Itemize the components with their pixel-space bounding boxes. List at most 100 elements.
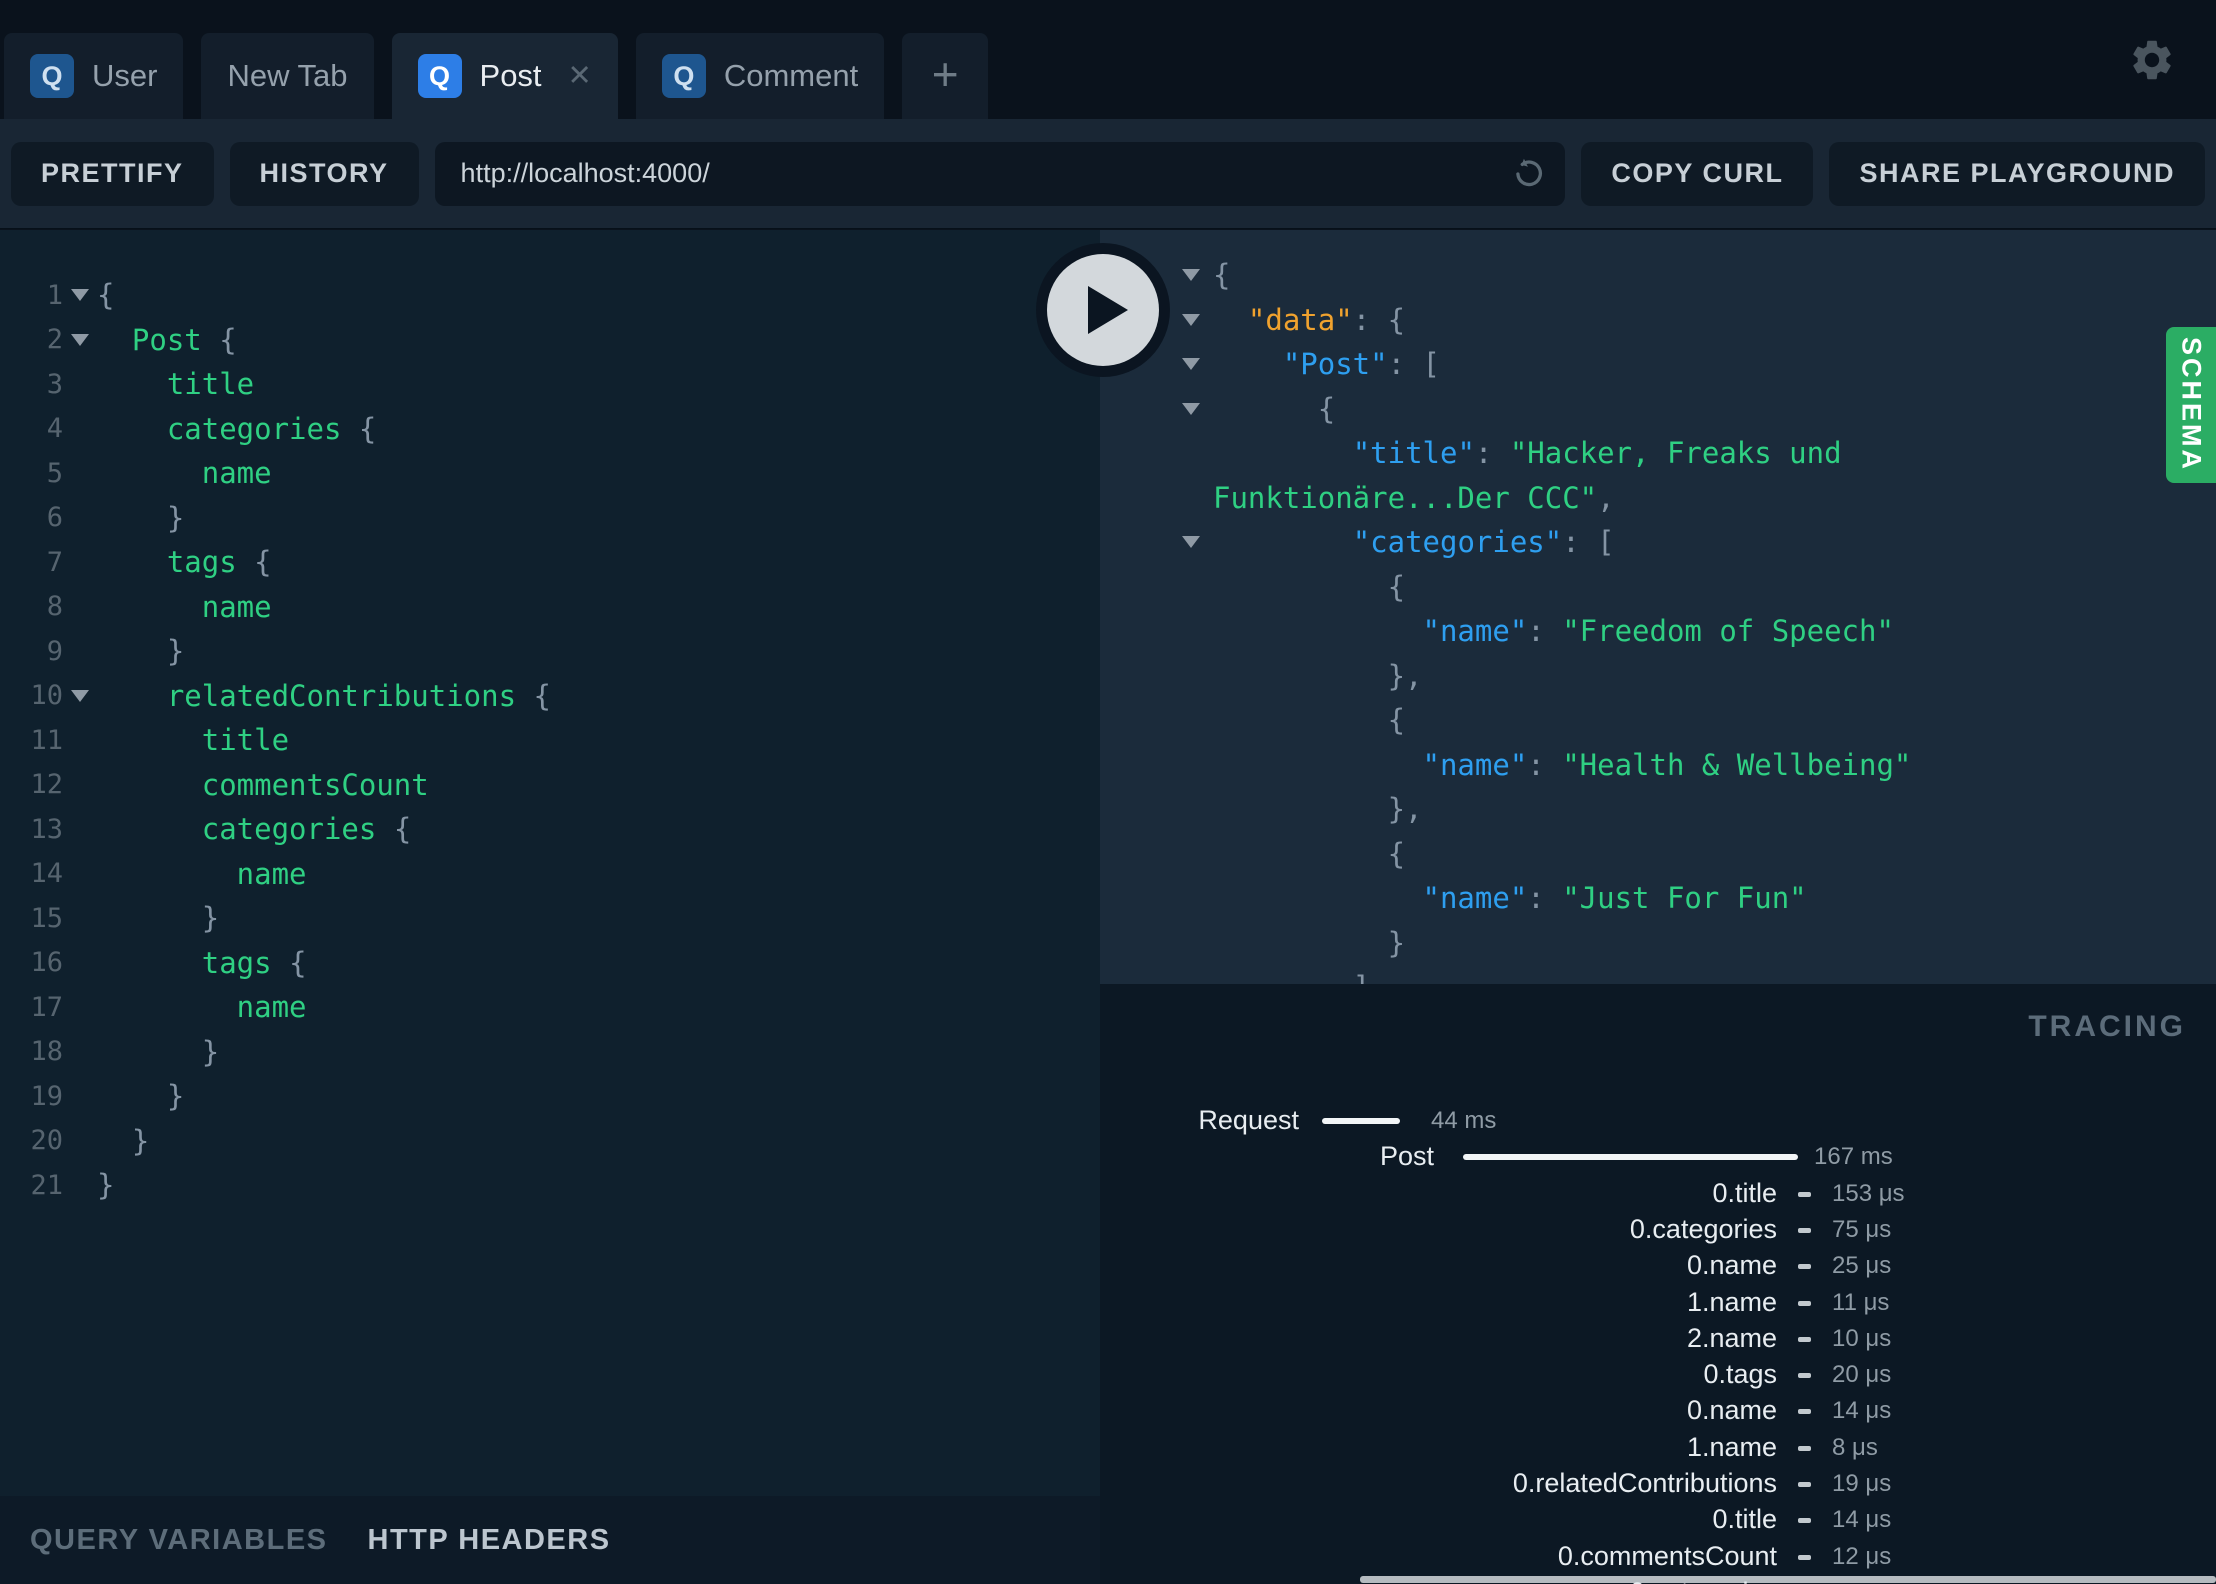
line-number: 16 xyxy=(30,947,63,979)
editor-line: 6 } xyxy=(0,496,1100,541)
fold-arrow-icon[interactable] xyxy=(1182,536,1200,549)
line-number: 20 xyxy=(30,1125,63,1157)
editor-line: 19 } xyxy=(0,1074,1100,1119)
editor-line: 4 categories { xyxy=(0,407,1100,452)
line-number: 3 xyxy=(46,368,63,400)
code-text: "name": "Health & Wellbeing" xyxy=(1422,747,1912,782)
code-text: } xyxy=(97,634,185,668)
endpoint-url-input[interactable]: http://localhost:4000/ xyxy=(434,141,1566,206)
tracing-tick xyxy=(1798,1409,1811,1415)
tracing-row: Post 167 ms xyxy=(1100,1138,2216,1174)
prettify-button[interactable]: PRETTIFY xyxy=(11,141,214,206)
query-variables-tab[interactable]: QUERY VARIABLES xyxy=(30,1524,328,1557)
add-tab-button[interactable]: + xyxy=(902,33,989,119)
copy-curl-button[interactable]: COPY CURL xyxy=(1581,141,1814,206)
tracing-row-label: Request xyxy=(1198,1105,1299,1135)
code-text: } xyxy=(97,1123,150,1158)
code-text: } xyxy=(97,1079,185,1113)
tracing-tick xyxy=(1798,1264,1811,1270)
fold-arrow-icon[interactable] xyxy=(1182,402,1200,415)
editor-footer: QUERY VARIABLES HTTP HEADERS xyxy=(0,1496,1100,1584)
tracing-row-label: 0.name xyxy=(1686,1250,1777,1281)
fold-arrow-icon[interactable] xyxy=(71,289,89,302)
share-playground-button[interactable]: SHARE PLAYGROUND xyxy=(1829,141,2205,206)
tracing-duration-bar xyxy=(1463,1154,1798,1161)
line-number: 10 xyxy=(30,680,63,712)
fold-arrow-icon[interactable] xyxy=(1182,358,1200,371)
line-number: 21 xyxy=(30,1169,63,1201)
code-text: }, xyxy=(1213,658,1423,693)
code-text: }, xyxy=(1213,792,1423,826)
tab-label: Comment xyxy=(723,58,859,93)
tracing-row-label: 2.name xyxy=(1686,1322,1777,1353)
response-line: { xyxy=(1100,253,2216,298)
line-number: 19 xyxy=(30,1080,63,1112)
editor-line: 5 name xyxy=(0,451,1100,496)
tracing-row: 0.categories xyxy=(1100,1574,2216,1584)
tracing-row: 0.title 14 μs xyxy=(1100,1501,2216,1537)
fold-gutter xyxy=(63,333,97,346)
fold-gutter xyxy=(1100,402,1213,415)
editor-line: 8 name xyxy=(0,585,1100,630)
tracing-row: 0.name 25 μs xyxy=(1100,1247,2216,1283)
tab-label: New Tab xyxy=(227,58,348,93)
tracing-row: 1.name 8 μs xyxy=(1100,1429,2216,1465)
tracing-row-label: 1.name xyxy=(1686,1431,1777,1462)
tracing-row-value: 25 μs xyxy=(1832,1252,1892,1280)
editor-line: 15 } xyxy=(0,896,1100,941)
code-text: tags { xyxy=(97,945,307,980)
reload-schema-icon[interactable] xyxy=(1511,156,1547,192)
code-text: title xyxy=(97,723,290,757)
tracing-title: TRACING xyxy=(2028,1010,2186,1043)
tab-comment[interactable]: Q Comment xyxy=(635,33,885,119)
schema-tab[interactable]: SCHEMA xyxy=(2166,327,2216,483)
editor-line: 12 commentsCount xyxy=(0,763,1100,808)
tracing-row: 0.categories 75 μs xyxy=(1100,1211,2216,1247)
response-line: "name": "Just For Fun" xyxy=(1100,876,2216,921)
line-number: 2 xyxy=(46,324,63,356)
tracing-tick xyxy=(1798,1300,1811,1306)
fold-arrow-icon[interactable] xyxy=(1182,269,1200,282)
tracing-row-value: 20 μs xyxy=(1832,1361,1892,1389)
tab-user[interactable]: Q User xyxy=(4,33,184,119)
code-text: { xyxy=(1213,836,1406,871)
close-icon[interactable]: ✕ xyxy=(568,61,592,91)
history-button[interactable]: HISTORY xyxy=(229,141,419,206)
editor-line: 13 categories { xyxy=(0,807,1100,852)
fold-arrow-icon[interactable] xyxy=(1182,313,1200,326)
code-text: { xyxy=(1213,391,1336,426)
play-icon xyxy=(1088,286,1128,334)
response-line: Funktionäre...Der CCC", xyxy=(1100,476,2216,521)
fold-arrow-icon[interactable] xyxy=(71,333,89,346)
tracing-row-value: 19 μs xyxy=(1832,1470,1892,1497)
line-number: 18 xyxy=(30,1036,63,1068)
editor-line: 11 title xyxy=(0,718,1100,763)
tab-bar: Q User New Tab Q Post ✕ Q Comment + xyxy=(0,0,2216,119)
fold-arrow-icon[interactable] xyxy=(71,689,89,702)
tab-new-tab[interactable]: New Tab xyxy=(201,33,374,119)
tracing-row-label: 0.relatedContributions xyxy=(1512,1468,1777,1498)
line-number: 5 xyxy=(46,457,63,489)
tab-label: User xyxy=(92,58,158,93)
query-editor[interactable]: 1{2 Post {3 title 4 categories {5 name 6 }… xyxy=(0,230,1100,1496)
tracing-row: 0.commentsCount 12 μs xyxy=(1100,1538,2216,1574)
editor-line: 7 tags { xyxy=(0,540,1100,585)
response-line: "title": "Hacker, Freaks und xyxy=(1100,431,2216,476)
http-headers-tab[interactable]: HTTP HEADERS xyxy=(368,1524,611,1557)
line-number: 9 xyxy=(46,635,63,667)
response-viewer: { "data": { "Post": [ { "title": "Hacker… xyxy=(1100,230,2216,984)
tab-post[interactable]: Q Post ✕ xyxy=(391,33,618,119)
code-text: } xyxy=(97,1168,115,1202)
code-text: categories { xyxy=(97,411,377,446)
response-line: "name": "Health & Wellbeing" xyxy=(1100,743,2216,788)
tracing-row-value: 14 μs xyxy=(1832,1506,1892,1534)
code-text: { xyxy=(1213,569,1406,604)
response-line: "data": { xyxy=(1100,298,2216,343)
execute-query-button[interactable] xyxy=(1036,243,1170,377)
code-text: } xyxy=(97,1034,220,1069)
code-text: } xyxy=(97,500,185,535)
settings-gear-icon[interactable] xyxy=(2128,36,2176,84)
editor-line: 9 } xyxy=(0,629,1100,674)
code-text: ] xyxy=(1213,965,1370,984)
tracing-tick xyxy=(1798,1518,1811,1524)
